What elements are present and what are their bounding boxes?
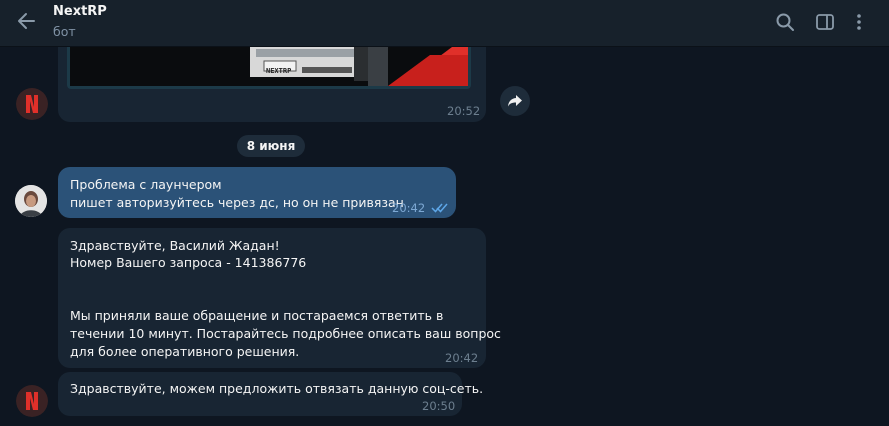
sidebar-toggle-icon[interactable] <box>815 12 835 32</box>
message-text-line: для более оперативного решения. <box>70 344 300 359</box>
nextrp-logo-icon <box>16 385 48 417</box>
media-message[interactable]: NEXTRP 20:52 <box>58 47 486 122</box>
message-text-line: Здравствуйте, Василий Жадан! <box>70 238 280 253</box>
bot-avatar[interactable] <box>16 385 48 417</box>
read-check-icon <box>431 203 448 213</box>
date-separator: 8 июня <box>237 135 305 157</box>
message-text-line: пишет авторизуйтесь через дс, но он не п… <box>70 195 404 210</box>
chat-subtitle: бот <box>53 24 76 39</box>
message-time: 20:42 <box>445 351 479 365</box>
share-button[interactable] <box>500 86 530 116</box>
message-time: 20:52 <box>447 104 481 118</box>
user-avatar[interactable] <box>15 185 47 217</box>
message-time: 20:50 <box>422 399 456 413</box>
back-arrow-icon[interactable] <box>14 10 40 32</box>
outgoing-message[interactable]: Проблема с лаунчером пишет авторизуйтесь… <box>58 167 456 218</box>
user-photo <box>15 185 47 217</box>
chat-title[interactable]: NextRP <box>53 4 107 19</box>
media-image[interactable]: NEXTRP <box>67 47 471 89</box>
message-text-line: Проблема с лаунчером <box>70 177 222 192</box>
message-time: 20:42 <box>392 201 426 215</box>
message-text-line: Мы приняли ваше обращение и постараемся … <box>70 308 444 323</box>
message-text-line: Здравствуйте, можем предложить отвязать … <box>70 381 484 396</box>
message-text-line: течении 10 минут. Постарайтесь подробнее… <box>70 326 501 341</box>
media-plate-text: NEXTRP <box>266 67 292 75</box>
nextrp-logo-icon <box>16 88 48 120</box>
bot-avatar[interactable] <box>16 88 48 120</box>
message-text-line: Номер Вашего запроса - 141386776 <box>70 255 307 270</box>
incoming-message[interactable]: Здравствуйте, Василий Жадан! Номер Вашег… <box>58 228 501 368</box>
search-icon[interactable] <box>775 12 795 32</box>
chat-header: NextRP бот <box>0 0 889 47</box>
more-vertical-icon[interactable] <box>849 12 869 32</box>
share-arrow-icon <box>508 95 522 107</box>
message-list[interactable]: NEXTRP 20:52 8 июня Проблема с лаунчером… <box>0 47 889 426</box>
incoming-message[interactable]: Здравствуйте, можем предложить отвязать … <box>58 372 483 416</box>
